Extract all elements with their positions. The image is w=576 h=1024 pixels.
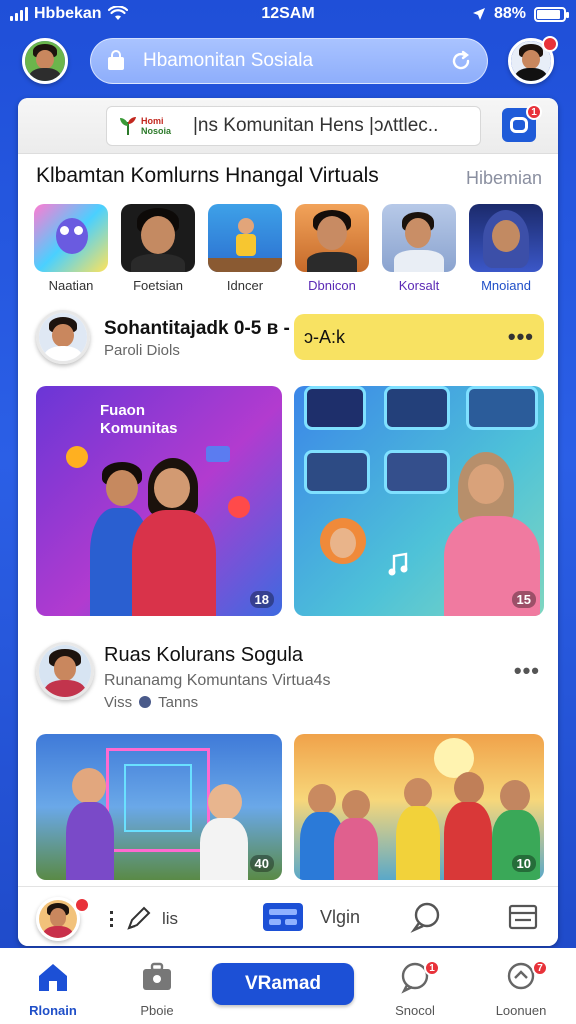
post-meta-tail: Tanns <box>158 694 199 711</box>
media-counter: 18 <box>249 591 274 608</box>
more-options-button[interactable]: ••• <box>514 658 540 684</box>
more-options-button[interactable]: ••• <box>508 324 534 350</box>
bottom-navigation: Rlonain Pboie VRamad Snocol 1 Loonuen 7 <box>0 948 576 1024</box>
carrier-name: Hbbekan <box>34 5 102 22</box>
composer-badge <box>74 897 90 913</box>
story-label: Korsalt <box>398 278 440 293</box>
post-meta: Viss Tanns <box>104 694 198 711</box>
edit-label: lis <box>162 909 179 928</box>
battery-icon <box>534 6 569 22</box>
ad-logo-line2: Nosoia <box>141 126 172 136</box>
notification-badge <box>542 36 558 52</box>
music-note-icon <box>388 552 408 576</box>
nav-home[interactable]: Rlonain <box>8 960 98 1018</box>
video-action[interactable]: Vlgin <box>262 901 360 933</box>
post-meta-views: Viss <box>104 694 133 711</box>
ad-logo: Homi Nosoia <box>119 111 183 141</box>
post-author-avatar[interactable] <box>36 642 94 700</box>
post-image-right[interactable]: 10 <box>294 734 544 880</box>
post-image-left[interactable]: 40 <box>36 734 282 880</box>
nav-profile[interactable]: Pboie <box>112 960 202 1018</box>
image-caption-2: Komunitas <box>100 420 178 437</box>
video-card-icon <box>263 903 303 931</box>
image-caption-1: Fuaon <box>100 402 145 419</box>
nav-social[interactable]: Snocol <box>370 960 460 1018</box>
story-item[interactable]: Mnoiand <box>469 204 543 293</box>
story-item[interactable]: Naatian <box>34 204 108 293</box>
story-item[interactable]: Korsalt <box>382 204 456 293</box>
post-subtitle: Runanamg Komuntans Virtua4s <box>104 672 331 689</box>
story-label: Idncer <box>226 278 264 293</box>
post-image-right[interactable]: 15 <box>294 386 544 616</box>
status-bar: Hbbekan 12SAM 88% <box>0 0 576 28</box>
ad-content[interactable]: Homi Nosoia |ns Komunitan Hens |ɔʌttlec.… <box>106 106 481 146</box>
pen-icon <box>127 906 151 930</box>
post-author-avatar[interactable] <box>36 310 90 364</box>
post-author-name[interactable]: Sohantitajadk 0-5 в - <box>104 318 290 340</box>
edit-action[interactable]: lis <box>110 905 178 933</box>
highlight-pill[interactable]: ɔ-A:k ••• <box>294 314 544 360</box>
highlight-text: ɔ-A:k <box>304 326 346 347</box>
nav-profile-label: Pboie <box>140 1003 174 1018</box>
battery-percent: 88% <box>493 5 526 22</box>
media-counter: 15 <box>511 591 536 608</box>
media-counter: 10 <box>511 855 536 872</box>
story-item[interactable]: Foetsian <box>121 204 195 293</box>
section-title: Klbamtan Komlurns Hnangal Virtuals <box>36 164 379 187</box>
story-label: Naatian <box>48 278 94 293</box>
nav-social-badge: 1 <box>424 960 440 976</box>
post-meta: Paroli Diols <box>104 342 180 359</box>
action-strip: lis Vlgin <box>18 886 558 946</box>
nav-home-label: Rlonain <box>29 1003 77 1018</box>
nav-last[interactable]: Loonuen <box>476 960 566 1018</box>
dot-icon <box>110 911 114 927</box>
top-bar: Hbamonitan Sosiala <box>0 32 576 92</box>
chat-bubble-icon[interactable] <box>410 901 442 933</box>
post-author-name[interactable]: Ruas Kolurans Sogula <box>104 644 303 667</box>
signal-icon <box>10 7 28 21</box>
post-image-left[interactable]: Fuaon Komunitas 18 <box>36 386 282 616</box>
story-item[interactable]: Dbnicon <box>295 204 369 293</box>
ad-banner: Homi Nosoia |ns Komunitan Hens |ɔʌttlec.… <box>18 98 558 154</box>
feed-card: Homi Nosoia |ns Komunitan Hens |ɔʌttlec.… <box>18 98 558 946</box>
story-label: Dbnicon <box>308 278 356 293</box>
search-text: Hbamonitan Sosiala <box>143 50 314 71</box>
ad-logo-line1: Homi <box>141 116 164 126</box>
ad-text: |ns Komunitan Hens |ɔʌttlec.. <box>193 115 439 136</box>
video-label: Vlgin <box>320 906 361 927</box>
home-icon <box>39 964 67 991</box>
wifi-icon <box>107 6 128 20</box>
story-item[interactable]: Idncer <box>208 204 282 293</box>
briefcase-icon <box>143 962 171 990</box>
post-header: Ruas Kolurans Sogula Runanamg Komuntans … <box>18 638 558 711</box>
profile-avatar[interactable] <box>22 38 68 84</box>
nav-last-badge: 7 <box>532 960 548 976</box>
location-arrow-icon <box>472 8 485 20</box>
shopping-bag-icon <box>108 50 124 70</box>
stories-row: Naatian Foetsian Idncer Dbnicon Korsalt … <box>32 204 544 298</box>
story-label: Mnoiand <box>481 278 531 293</box>
section-link[interactable]: Hibemian <box>466 168 542 189</box>
story-label: Foetsian <box>133 278 183 293</box>
list-icon[interactable] <box>508 903 538 931</box>
leaf-icon <box>120 117 136 135</box>
refresh-icon[interactable] <box>449 49 473 73</box>
nav-social-label: Snocol <box>395 1003 435 1018</box>
ad-badge: 1 <box>526 104 542 120</box>
search-bar[interactable]: Hbamonitan Sosiala <box>90 38 488 84</box>
primary-cta-button[interactable]: VRamad <box>212 963 354 1005</box>
media-counter: 40 <box>249 855 274 872</box>
globe-icon <box>139 696 152 708</box>
nav-last-label: Loonuen <box>495 1003 547 1018</box>
